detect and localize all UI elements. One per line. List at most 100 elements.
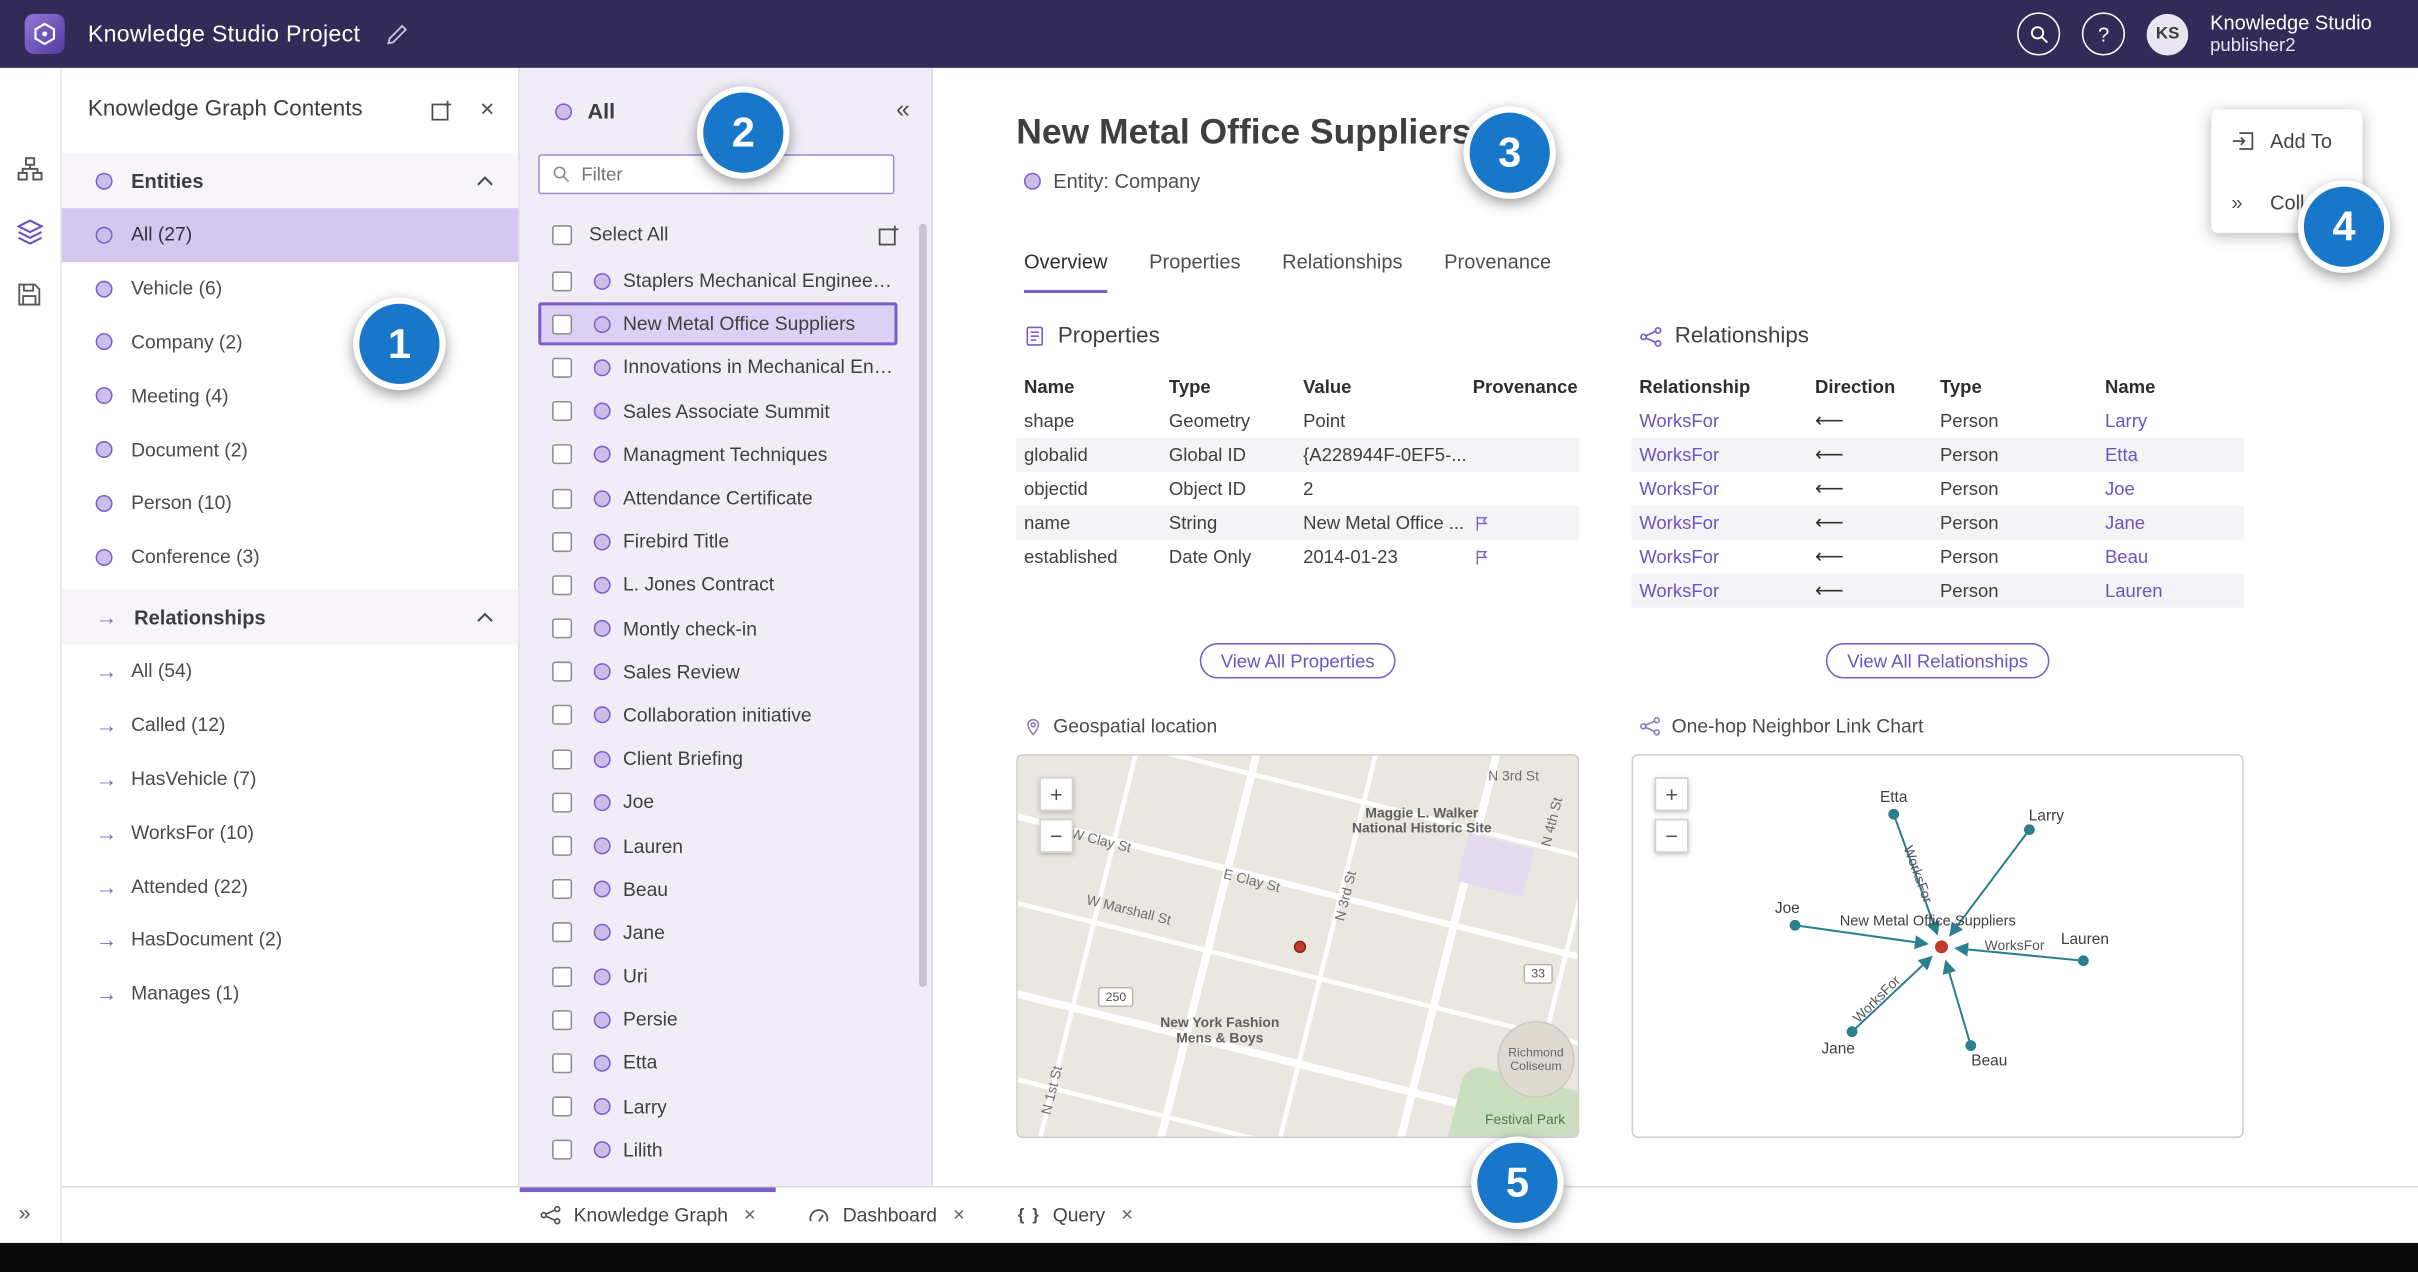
checkbox[interactable] xyxy=(552,531,573,552)
checkbox[interactable] xyxy=(552,314,573,335)
entity-filter-item[interactable]: Document (2) xyxy=(62,423,518,477)
list-item[interactable]: Persie xyxy=(538,998,897,1041)
checkbox[interactable] xyxy=(552,575,573,596)
checkbox[interactable] xyxy=(552,966,573,987)
checkbox[interactable] xyxy=(552,357,573,378)
graph-node[interactable] xyxy=(2077,955,2089,967)
checkbox[interactable] xyxy=(552,1140,573,1161)
close-panel-icon[interactable]: ✕ xyxy=(479,99,495,121)
related-entity-link[interactable]: Lauren xyxy=(2097,580,2243,602)
link-chart[interactable]: Etta Larry Joe Jane Beau Lauren New Meta… xyxy=(1631,754,2244,1139)
entity-filter-item[interactable]: Meeting (4) xyxy=(62,369,518,423)
tab-overview[interactable]: Overview xyxy=(1023,250,1108,293)
graph-center-node[interactable] xyxy=(1935,940,1948,954)
list-item[interactable]: Managment Techniques xyxy=(538,433,897,476)
entity-filter-item[interactable]: Person (10) xyxy=(62,476,518,530)
hierarchy-icon[interactable] xyxy=(17,156,43,182)
select-all-checkbox[interactable] xyxy=(552,224,573,245)
checkbox[interactable] xyxy=(552,1096,573,1117)
list-item[interactable]: Sales Associate Summit xyxy=(538,389,897,432)
view-all-properties-button[interactable]: View All Properties xyxy=(1199,643,1397,679)
checkbox[interactable] xyxy=(552,835,573,856)
relationship-filter-item[interactable]: → Manages (1) xyxy=(62,967,518,1021)
checkbox[interactable] xyxy=(552,401,573,422)
provenance-icon[interactable] xyxy=(1473,513,1492,533)
tab-provenance[interactable]: Provenance xyxy=(1444,250,1551,293)
list-item[interactable]: L. Jones Contract xyxy=(538,563,897,606)
checkbox[interactable] xyxy=(552,444,573,465)
list-item[interactable]: Uri xyxy=(538,955,897,998)
relationship-filter-item[interactable]: → Attended (22) xyxy=(62,859,518,913)
checkbox[interactable] xyxy=(552,705,573,726)
graph-node[interactable] xyxy=(1846,1026,1858,1038)
relationship-link[interactable]: WorksFor xyxy=(1632,478,1808,500)
list-item[interactable]: Jane xyxy=(538,911,897,954)
graph-node[interactable] xyxy=(2024,824,2035,836)
chevron-up-icon[interactable] xyxy=(477,175,494,186)
close-tab-icon[interactable]: ✕ xyxy=(1121,1207,1134,1224)
checkbox[interactable] xyxy=(552,792,573,813)
list-item[interactable]: Beau xyxy=(538,868,897,911)
collapse-panel-icon[interactable]: « xyxy=(896,97,910,125)
layers-icon[interactable] xyxy=(16,219,44,245)
expand-rail-icon[interactable]: » xyxy=(19,1200,31,1225)
entity-filter-item[interactable]: Vehicle (6) xyxy=(62,262,518,316)
related-entity-link[interactable]: Etta xyxy=(2097,444,2243,466)
list-item[interactable]: Firebird Title xyxy=(538,520,897,563)
tab-query[interactable]: { } Query ✕ xyxy=(998,1187,1154,1243)
list-item[interactable]: Sales Review xyxy=(538,650,897,693)
zoom-out-button[interactable]: − xyxy=(1039,818,1074,853)
checkbox[interactable] xyxy=(552,270,573,291)
app-logo-icon[interactable] xyxy=(24,13,65,54)
relationships-section-header[interactable]: → Relationships xyxy=(61,589,519,645)
search-icon[interactable] xyxy=(2017,12,2061,56)
graph-node[interactable] xyxy=(1888,808,1900,820)
list-item[interactable]: Collaboration initiative xyxy=(538,694,897,737)
list-item[interactable]: Joe xyxy=(538,781,897,824)
entity-filter-item[interactable]: Conference (3) xyxy=(62,530,518,584)
relationship-link[interactable]: WorksFor xyxy=(1632,546,1808,568)
related-entity-link[interactable]: Joe xyxy=(2097,478,2243,500)
list-item[interactable]: Lilith xyxy=(538,1128,897,1171)
save-icon[interactable] xyxy=(17,282,42,307)
entities-section-header[interactable]: Entities xyxy=(61,152,519,209)
list-item[interactable]: Larry xyxy=(538,1085,897,1128)
view-all-relationships-button[interactable]: View All Relationships xyxy=(1825,643,2050,679)
entity-filter-item[interactable]: All (27) xyxy=(61,208,519,262)
checkbox[interactable] xyxy=(552,879,573,900)
zoom-out-button[interactable]: − xyxy=(1654,818,1689,853)
zoom-in-button[interactable]: + xyxy=(1654,777,1689,812)
checkbox[interactable] xyxy=(552,748,573,769)
menu-item-add-to[interactable]: Add To xyxy=(2211,109,2362,171)
relationship-filter-item[interactable]: → HasDocument (2) xyxy=(62,913,518,967)
checkbox[interactable] xyxy=(552,1053,573,1074)
list-item[interactable]: Attendance Certificate xyxy=(538,476,897,519)
map-marker[interactable] xyxy=(1293,940,1307,954)
entity-filter-item[interactable]: Company (2) xyxy=(62,316,518,370)
list-item[interactable]: Lauren xyxy=(538,824,897,867)
related-entity-link[interactable]: Jane xyxy=(2097,512,2243,534)
graph-node[interactable] xyxy=(1789,919,1801,931)
checkbox[interactable] xyxy=(552,1009,573,1030)
scrollbar-thumb[interactable] xyxy=(919,223,927,987)
close-tab-icon[interactable]: ✕ xyxy=(952,1207,965,1224)
edit-title-icon[interactable] xyxy=(385,22,408,45)
relationship-link[interactable]: WorksFor xyxy=(1632,580,1808,602)
map[interactable]: N 3rd St N 4th St N 3rd St N 1st St W Cl… xyxy=(1016,754,1580,1139)
chevron-up-icon[interactable] xyxy=(477,611,494,622)
tab-properties[interactable]: Properties xyxy=(1149,250,1240,293)
provenance-icon[interactable] xyxy=(1473,547,1492,567)
relationship-filter-item[interactable]: → Called (12) xyxy=(62,698,518,752)
add-selection-icon[interactable] xyxy=(877,223,900,246)
checkbox[interactable] xyxy=(552,922,573,943)
relationship-filter-item[interactable]: → WorksFor (10) xyxy=(62,806,518,860)
tab-dashboard[interactable]: Dashboard ✕ xyxy=(789,1187,986,1243)
checkbox[interactable] xyxy=(552,618,573,639)
add-item-icon[interactable] xyxy=(430,98,453,121)
checkbox[interactable] xyxy=(552,661,573,683)
list-item[interactable]: New Metal Office Suppliers xyxy=(538,302,898,347)
close-tab-icon[interactable]: ✕ xyxy=(743,1207,756,1224)
list-item[interactable]: Client Briefing xyxy=(538,737,897,780)
list-item[interactable]: Innovations in Mechanical Engin... xyxy=(538,346,898,389)
relationship-link[interactable]: WorksFor xyxy=(1632,444,1808,466)
